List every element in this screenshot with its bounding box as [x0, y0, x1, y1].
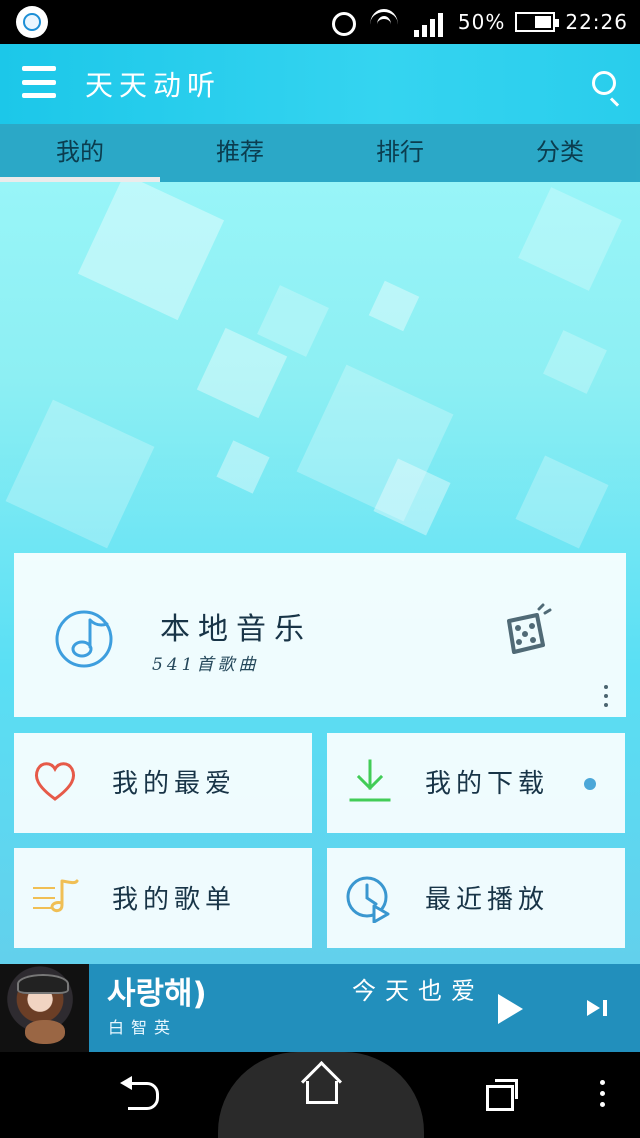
next-icon[interactable] [587, 1000, 607, 1016]
background-shape [543, 330, 607, 394]
menu-icon[interactable] [22, 66, 56, 98]
local-music-title: 本地音乐 [160, 612, 312, 647]
more-options-icon[interactable] [604, 685, 610, 709]
battery-text: 50% [457, 10, 506, 34]
local-music-subtitle: 541首歌曲 [152, 655, 260, 675]
recent-play-card[interactable]: 最近播放 [327, 848, 625, 948]
play-icon[interactable] [498, 994, 523, 1024]
alarm-icon [328, 7, 358, 37]
background-shape [518, 187, 622, 291]
dice-icon[interactable] [494, 603, 552, 667]
recent-play-icon [346, 876, 390, 923]
playlists-label: 我的歌单 [112, 885, 237, 915]
album-art[interactable] [0, 964, 89, 1052]
artist-name: 白智英 [108, 1018, 178, 1037]
background-shape [515, 455, 609, 549]
app-bar: 天天动听 [0, 44, 640, 124]
background-shape [368, 280, 420, 332]
home-icon[interactable] [306, 1081, 338, 1104]
signal-icon [413, 7, 448, 37]
time: 22:26 [565, 10, 628, 34]
status-bar: 50% 22:26 [0, 0, 640, 44]
background-shape [5, 399, 155, 549]
main-content: 本地音乐 541首歌曲 我的最爱 我的下载 我的歌单 最近播放 [0, 182, 640, 964]
favorites-card[interactable]: 我的最爱 [14, 733, 312, 833]
background-shape [216, 440, 270, 494]
battery-icon [515, 12, 560, 32]
background-shape [257, 285, 329, 357]
tab-ranking[interactable]: 排行 [320, 124, 480, 182]
status-right: 50% 22:26 [328, 4, 628, 40]
tab-bar: 我的 推荐 排行 分类 [0, 124, 640, 182]
recent-apps-icon[interactable] [486, 1079, 518, 1111]
wifi-icon [368, 7, 404, 37]
downloads-label: 我的下载 [425, 769, 550, 799]
song-title: 사랑해) [107, 976, 207, 1012]
recent-play-label: 最近播放 [425, 885, 550, 915]
app-title: 天天动听 [85, 69, 222, 102]
playlist-icon [33, 879, 79, 913]
background-shape [77, 182, 225, 321]
tab-mine[interactable]: 我的 [0, 124, 160, 182]
favorites-label: 我的最爱 [112, 769, 237, 799]
more-icon[interactable] [600, 1080, 606, 1112]
local-music-card[interactable]: 本地音乐 541首歌曲 [14, 553, 626, 717]
downloads-card[interactable]: 我的下载 [327, 733, 625, 833]
playlists-card[interactable]: 我的歌单 [14, 848, 312, 948]
mini-player[interactable]: 사랑해) 今天也爱 白智英 [0, 964, 640, 1052]
navigation-bar [0, 1052, 640, 1138]
app-icon [16, 6, 48, 38]
music-note-icon [55, 610, 113, 668]
song-extra-title: 今天也爱 [352, 977, 484, 1005]
back-icon[interactable] [120, 1076, 159, 1110]
download-icon [349, 759, 391, 802]
download-badge [584, 778, 596, 790]
heart-icon [34, 762, 76, 801]
search-icon[interactable] [592, 71, 616, 95]
tab-recommend[interactable]: 推荐 [160, 124, 320, 182]
tab-category[interactable]: 分类 [480, 124, 640, 182]
